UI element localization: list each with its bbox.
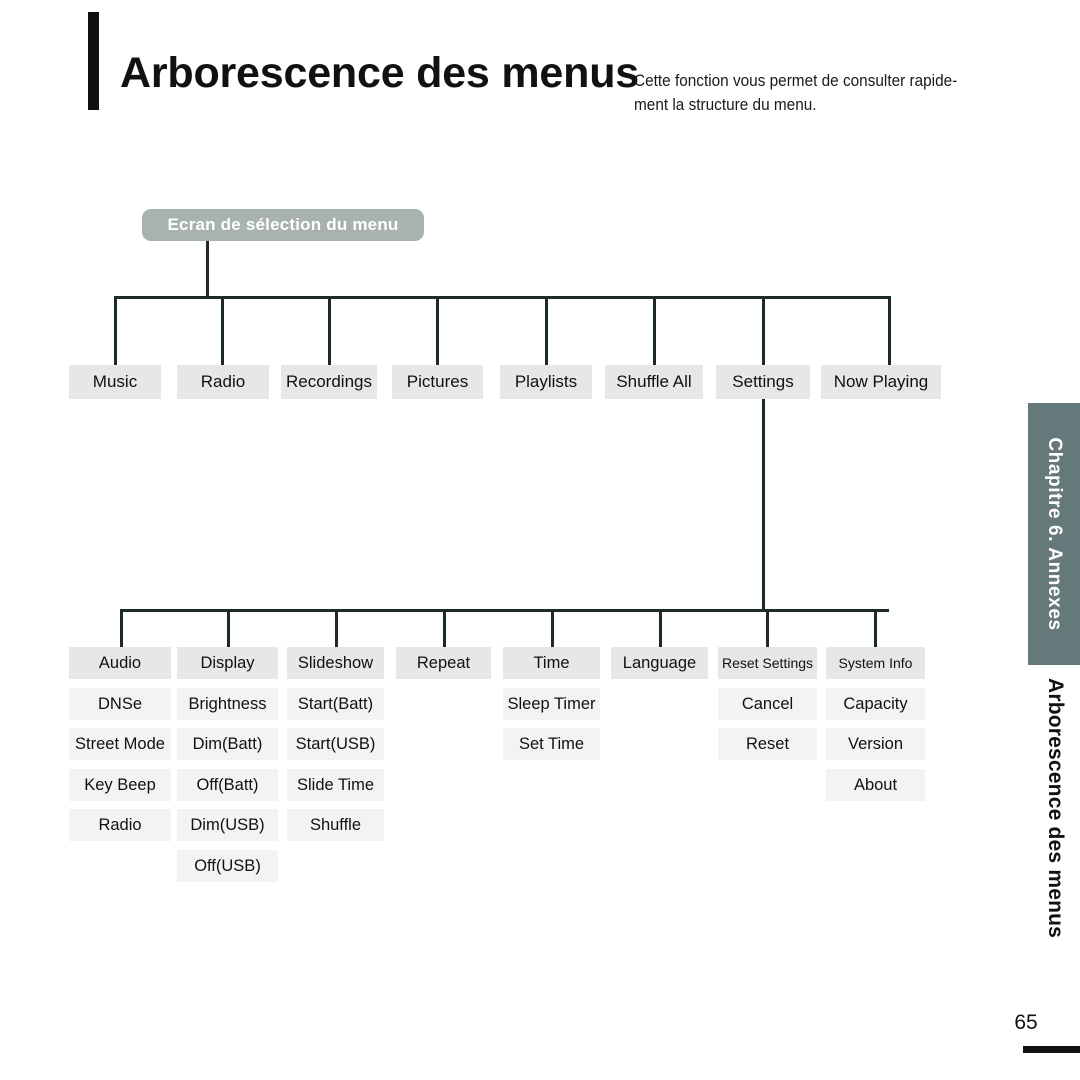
connector-drop-now-playing <box>888 296 891 365</box>
chapter-tab: Chapitre 6. Annexes <box>1028 403 1080 665</box>
connector-drop-shuffle-all <box>653 296 656 365</box>
tree-node-system-info-version[interactable]: Version <box>826 728 925 760</box>
connector-drop-playlists <box>545 296 548 365</box>
tree-node-audio-radio[interactable]: Radio <box>69 809 171 841</box>
connector-drop-time <box>551 609 554 647</box>
tree-node-repeat[interactable]: Repeat <box>396 647 491 679</box>
tree-node-slideshow-shuffle[interactable]: Shuffle <box>287 809 384 841</box>
tree-node-system-info[interactable]: System Info <box>826 647 925 679</box>
tree-node-audio-dnse[interactable]: DNSe <box>69 688 171 720</box>
connector-drop-display <box>227 609 230 647</box>
tree-node-display-off-usb[interactable]: Off(USB) <box>177 850 278 882</box>
section-running-title-label: Arborescence des menus <box>1044 678 1067 939</box>
connector-drop-recordings <box>328 296 331 365</box>
connector-drop-language <box>659 609 662 647</box>
tree-node-time-sleep-timer[interactable]: Sleep Timer <box>503 688 600 720</box>
tree-node-system-info-about[interactable]: About <box>826 769 925 801</box>
tree-node-display-dim-batt[interactable]: Dim(Batt) <box>177 728 278 760</box>
section-running-title: Arborescence des menus <box>1030 678 1080 998</box>
connector-drop-pictures <box>436 296 439 365</box>
tree-node-system-info-capacity[interactable]: Capacity <box>826 688 925 720</box>
tree-node-slideshow-slide-time[interactable]: Slide Time <box>287 769 384 801</box>
tree-node-now-playing[interactable]: Now Playing <box>821 365 941 399</box>
tree-node-time[interactable]: Time <box>503 647 600 679</box>
connector-root-drop <box>206 241 209 298</box>
tree-node-reset-cancel[interactable]: Cancel <box>718 688 817 720</box>
tree-node-display-off-batt[interactable]: Off(Batt) <box>177 769 278 801</box>
tree-node-slideshow-start-usb[interactable]: Start(USB) <box>287 728 384 760</box>
tree-node-audio-street-mode[interactable]: Street Mode <box>69 728 171 760</box>
connector-settings-bus <box>120 609 889 612</box>
tree-node-display[interactable]: Display <box>177 647 278 679</box>
tree-node-slideshow[interactable]: Slideshow <box>287 647 384 679</box>
tree-node-music[interactable]: Music <box>69 365 161 399</box>
connector-drop-music <box>114 296 117 365</box>
tree-node-display-dim-usb[interactable]: Dim(USB) <box>177 809 278 841</box>
tree-node-reset-reset[interactable]: Reset <box>718 728 817 760</box>
connector-drop-repeat <box>443 609 446 647</box>
header-accent-bar <box>88 12 99 110</box>
tree-node-playlists[interactable]: Playlists <box>500 365 592 399</box>
tree-node-audio[interactable]: Audio <box>69 647 171 679</box>
tree-node-settings[interactable]: Settings <box>716 365 810 399</box>
connector-drop-system-info <box>874 609 877 647</box>
tree-node-reset-settings[interactable]: Reset Settings <box>718 647 817 679</box>
footer-accent-bar <box>1023 1046 1080 1053</box>
connector-drop-reset-settings <box>766 609 769 647</box>
connector-drop-audio <box>120 609 123 647</box>
tree-node-display-brightness[interactable]: Brightness <box>177 688 278 720</box>
tree-node-recordings[interactable]: Recordings <box>281 365 377 399</box>
page-number: 65 <box>1014 1011 1038 1034</box>
chapter-tab-label: Chapitre 6. Annexes <box>1044 437 1065 631</box>
page-title: Arborescence des menus <box>120 49 639 97</box>
tree-node-pictures[interactable]: Pictures <box>392 365 483 399</box>
tree-node-shuffle-all[interactable]: Shuffle All <box>605 365 703 399</box>
tree-root-node[interactable]: Ecran de sélection du menu <box>142 209 424 241</box>
connector-drop-radio <box>221 296 224 365</box>
connector-drop-slideshow <box>335 609 338 647</box>
tree-node-language[interactable]: Language <box>611 647 708 679</box>
tree-node-radio[interactable]: Radio <box>177 365 269 399</box>
tree-node-slideshow-start-batt[interactable]: Start(Batt) <box>287 688 384 720</box>
tree-node-time-set-time[interactable]: Set Time <box>503 728 600 760</box>
connector-settings-drop <box>762 399 765 611</box>
tree-node-audio-key-beep[interactable]: Key Beep <box>69 769 171 801</box>
connector-level1-bus <box>114 296 889 299</box>
page-subtitle: Cette fonction vous permet de consulter … <box>634 72 958 114</box>
connector-drop-settings <box>762 296 765 365</box>
